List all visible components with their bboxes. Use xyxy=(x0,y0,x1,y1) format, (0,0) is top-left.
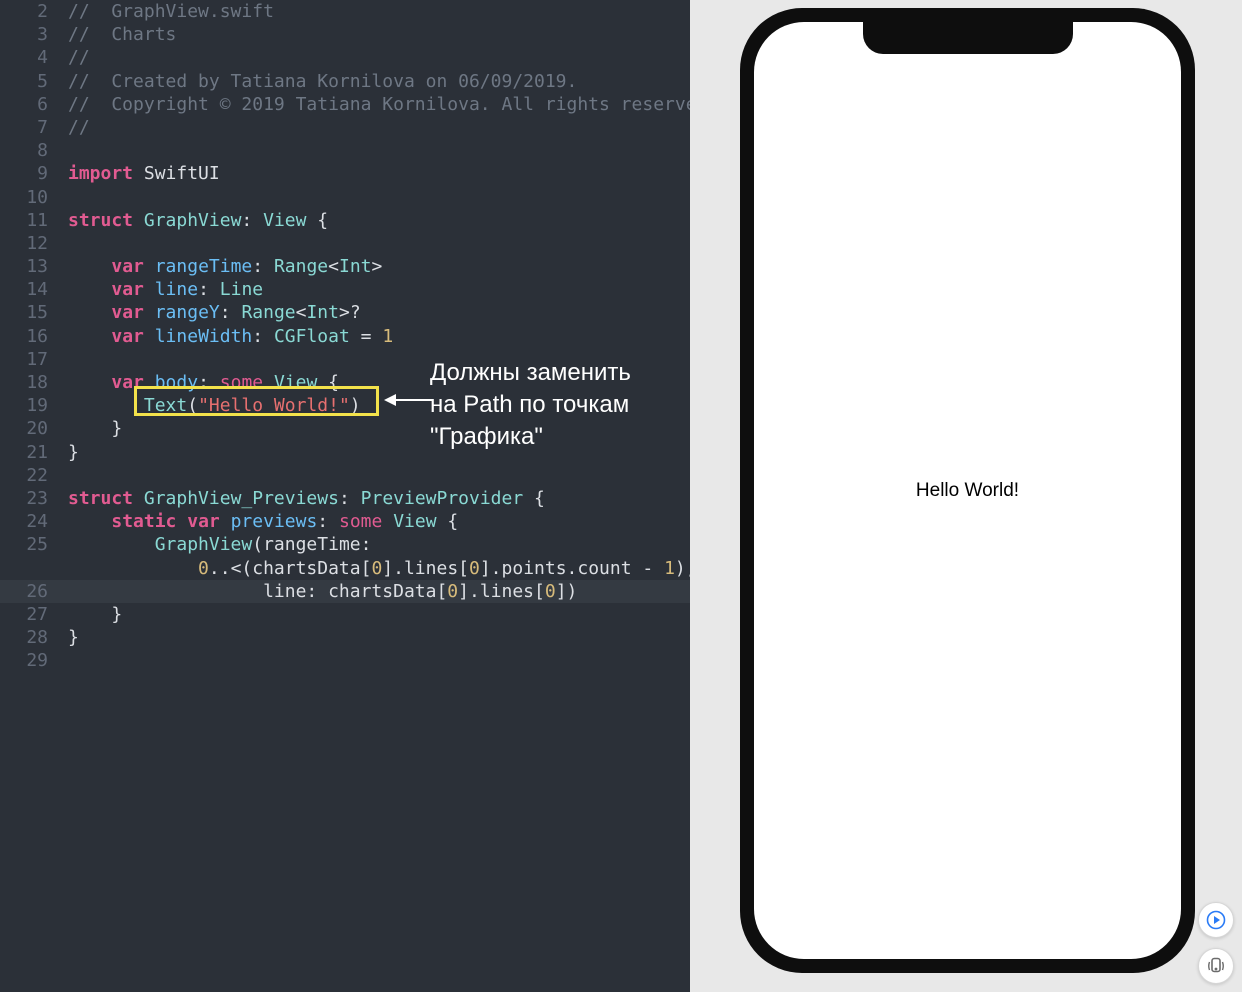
play-icon xyxy=(1206,910,1226,930)
line-number: 15 xyxy=(0,301,58,324)
code-line[interactable]: 9import SwiftUI xyxy=(0,162,690,185)
line-number: 8 xyxy=(0,139,58,162)
code-text[interactable]: line: chartsData[0].lines[0]) xyxy=(58,580,577,603)
code-line[interactable]: 20 } xyxy=(0,417,690,440)
code-text[interactable]: // Created by Tatiana Kornilova on 06/09… xyxy=(58,70,577,93)
code-text[interactable] xyxy=(58,186,68,209)
pin-icon xyxy=(1207,957,1225,975)
code-text[interactable]: GraphView(rangeTime: xyxy=(58,533,371,556)
code-text[interactable] xyxy=(58,348,68,371)
line-number: 6 xyxy=(0,93,58,116)
code-text[interactable]: static var previews: some View { xyxy=(58,510,458,533)
line-number: 3 xyxy=(0,23,58,46)
code-line[interactable]: 22 xyxy=(0,464,690,487)
device-frame: Hello World! xyxy=(740,8,1195,973)
code-text[interactable] xyxy=(58,464,68,487)
code-line[interactable]: 2// GraphView.swift xyxy=(0,0,690,23)
preview-text: Hello World! xyxy=(916,480,1019,502)
line-number: 13 xyxy=(0,255,58,278)
code-line[interactable]: 19 Text("Hello World!") xyxy=(0,394,690,417)
code-line[interactable]: 16 var lineWidth: CGFloat = 1 xyxy=(0,325,690,348)
code-text[interactable]: var line: Line xyxy=(58,278,263,301)
line-number: 29 xyxy=(0,649,58,672)
code-line[interactable]: 21} xyxy=(0,441,690,464)
line-number: 10 xyxy=(0,186,58,209)
line-number: 2 xyxy=(0,0,58,23)
code-text[interactable]: var rangeY: Range<Int>? xyxy=(58,301,361,324)
code-editor[interactable]: 2// GraphView.swift3// Charts4//5// Crea… xyxy=(0,0,690,992)
preview-controls xyxy=(1198,902,1234,984)
code-text[interactable]: var rangeTime: Range<Int> xyxy=(58,255,382,278)
line-number: 12 xyxy=(0,232,58,255)
line-number: 20 xyxy=(0,417,58,440)
code-line[interactable]: 6// Copyright © 2019 Tatiana Kornilova. … xyxy=(0,93,690,116)
code-text[interactable]: var lineWidth: CGFloat = 1 xyxy=(58,325,393,348)
code-line[interactable]: 4// xyxy=(0,46,690,69)
code-text[interactable]: // xyxy=(58,116,90,139)
code-line[interactable]: 17 xyxy=(0,348,690,371)
code-line[interactable]: 11struct GraphView: View { xyxy=(0,209,690,232)
line-number: 14 xyxy=(0,278,58,301)
code-line[interactable]: 23struct GraphView_Previews: PreviewProv… xyxy=(0,487,690,510)
line-number: 16 xyxy=(0,325,58,348)
pin-preview-button[interactable] xyxy=(1198,948,1234,984)
code-line[interactable]: 3// Charts xyxy=(0,23,690,46)
line-number: 19 xyxy=(0,394,58,417)
code-line[interactable]: 7// xyxy=(0,116,690,139)
code-line[interactable]: 18 var body: some View { xyxy=(0,371,690,394)
code-text[interactable]: struct GraphView_Previews: PreviewProvid… xyxy=(58,487,545,510)
line-number: 5 xyxy=(0,70,58,93)
code-text[interactable]: struct GraphView: View { xyxy=(58,209,328,232)
play-button[interactable] xyxy=(1198,902,1234,938)
code-text[interactable]: Text("Hello World!") xyxy=(58,394,361,417)
line-number: 24 xyxy=(0,510,58,533)
code-line[interactable]: 28} xyxy=(0,626,690,649)
line-number: 27 xyxy=(0,603,58,626)
code-line[interactable]: 25 GraphView(rangeTime: xyxy=(0,533,690,556)
code-text[interactable]: } xyxy=(58,603,122,626)
code-text[interactable]: } xyxy=(58,626,79,649)
code-text[interactable]: var body: some View { xyxy=(58,371,339,394)
code-text[interactable]: // Charts xyxy=(58,23,176,46)
device-notch xyxy=(863,22,1073,54)
code-text[interactable]: // GraphView.swift xyxy=(58,0,274,23)
code-line[interactable]: 15 var rangeY: Range<Int>? xyxy=(0,301,690,324)
code-text[interactable]: } xyxy=(58,441,79,464)
line-number: 18 xyxy=(0,371,58,394)
device-screen: Hello World! xyxy=(754,22,1181,959)
code-text[interactable] xyxy=(58,649,68,672)
preview-canvas[interactable]: Hello World! xyxy=(690,0,1242,992)
code-line[interactable]: 26 line: chartsData[0].lines[0]) xyxy=(0,580,690,603)
code-line[interactable]: 14 var line: Line xyxy=(0,278,690,301)
code-text[interactable] xyxy=(58,139,68,162)
code-line[interactable]: 27 } xyxy=(0,603,690,626)
line-number: 25 xyxy=(0,533,58,556)
line-number: 22 xyxy=(0,464,58,487)
code-line[interactable]: 24 static var previews: some View { xyxy=(0,510,690,533)
code-line[interactable]: 29 xyxy=(0,649,690,672)
code-line[interactable]: 13 var rangeTime: Range<Int> xyxy=(0,255,690,278)
line-number: 11 xyxy=(0,209,58,232)
line-number: 23 xyxy=(0,487,58,510)
code-text[interactable]: } xyxy=(58,417,122,440)
code-line[interactable]: 5// Created by Tatiana Kornilova on 06/0… xyxy=(0,70,690,93)
code-line[interactable]: 10 xyxy=(0,186,690,209)
code-text[interactable]: 0..<(chartsData[0].lines[0].points.count… xyxy=(58,557,697,580)
code-line[interactable]: 8 xyxy=(0,139,690,162)
line-number: 9 xyxy=(0,162,58,185)
line-number: 17 xyxy=(0,348,58,371)
code-line[interactable]: 0..<(chartsData[0].lines[0].points.count… xyxy=(0,557,690,580)
line-number: 21 xyxy=(0,441,58,464)
line-number: 26 xyxy=(0,580,58,603)
line-number: 4 xyxy=(0,46,58,69)
code-text[interactable]: // xyxy=(58,46,90,69)
code-text[interactable]: // Copyright © 2019 Tatiana Kornilova. A… xyxy=(58,93,718,116)
code-text[interactable]: import SwiftUI xyxy=(58,162,220,185)
code-line[interactable]: 12 xyxy=(0,232,690,255)
code-text[interactable] xyxy=(58,232,68,255)
line-number: 28 xyxy=(0,626,58,649)
line-number: 7 xyxy=(0,116,58,139)
line-number xyxy=(0,557,58,580)
